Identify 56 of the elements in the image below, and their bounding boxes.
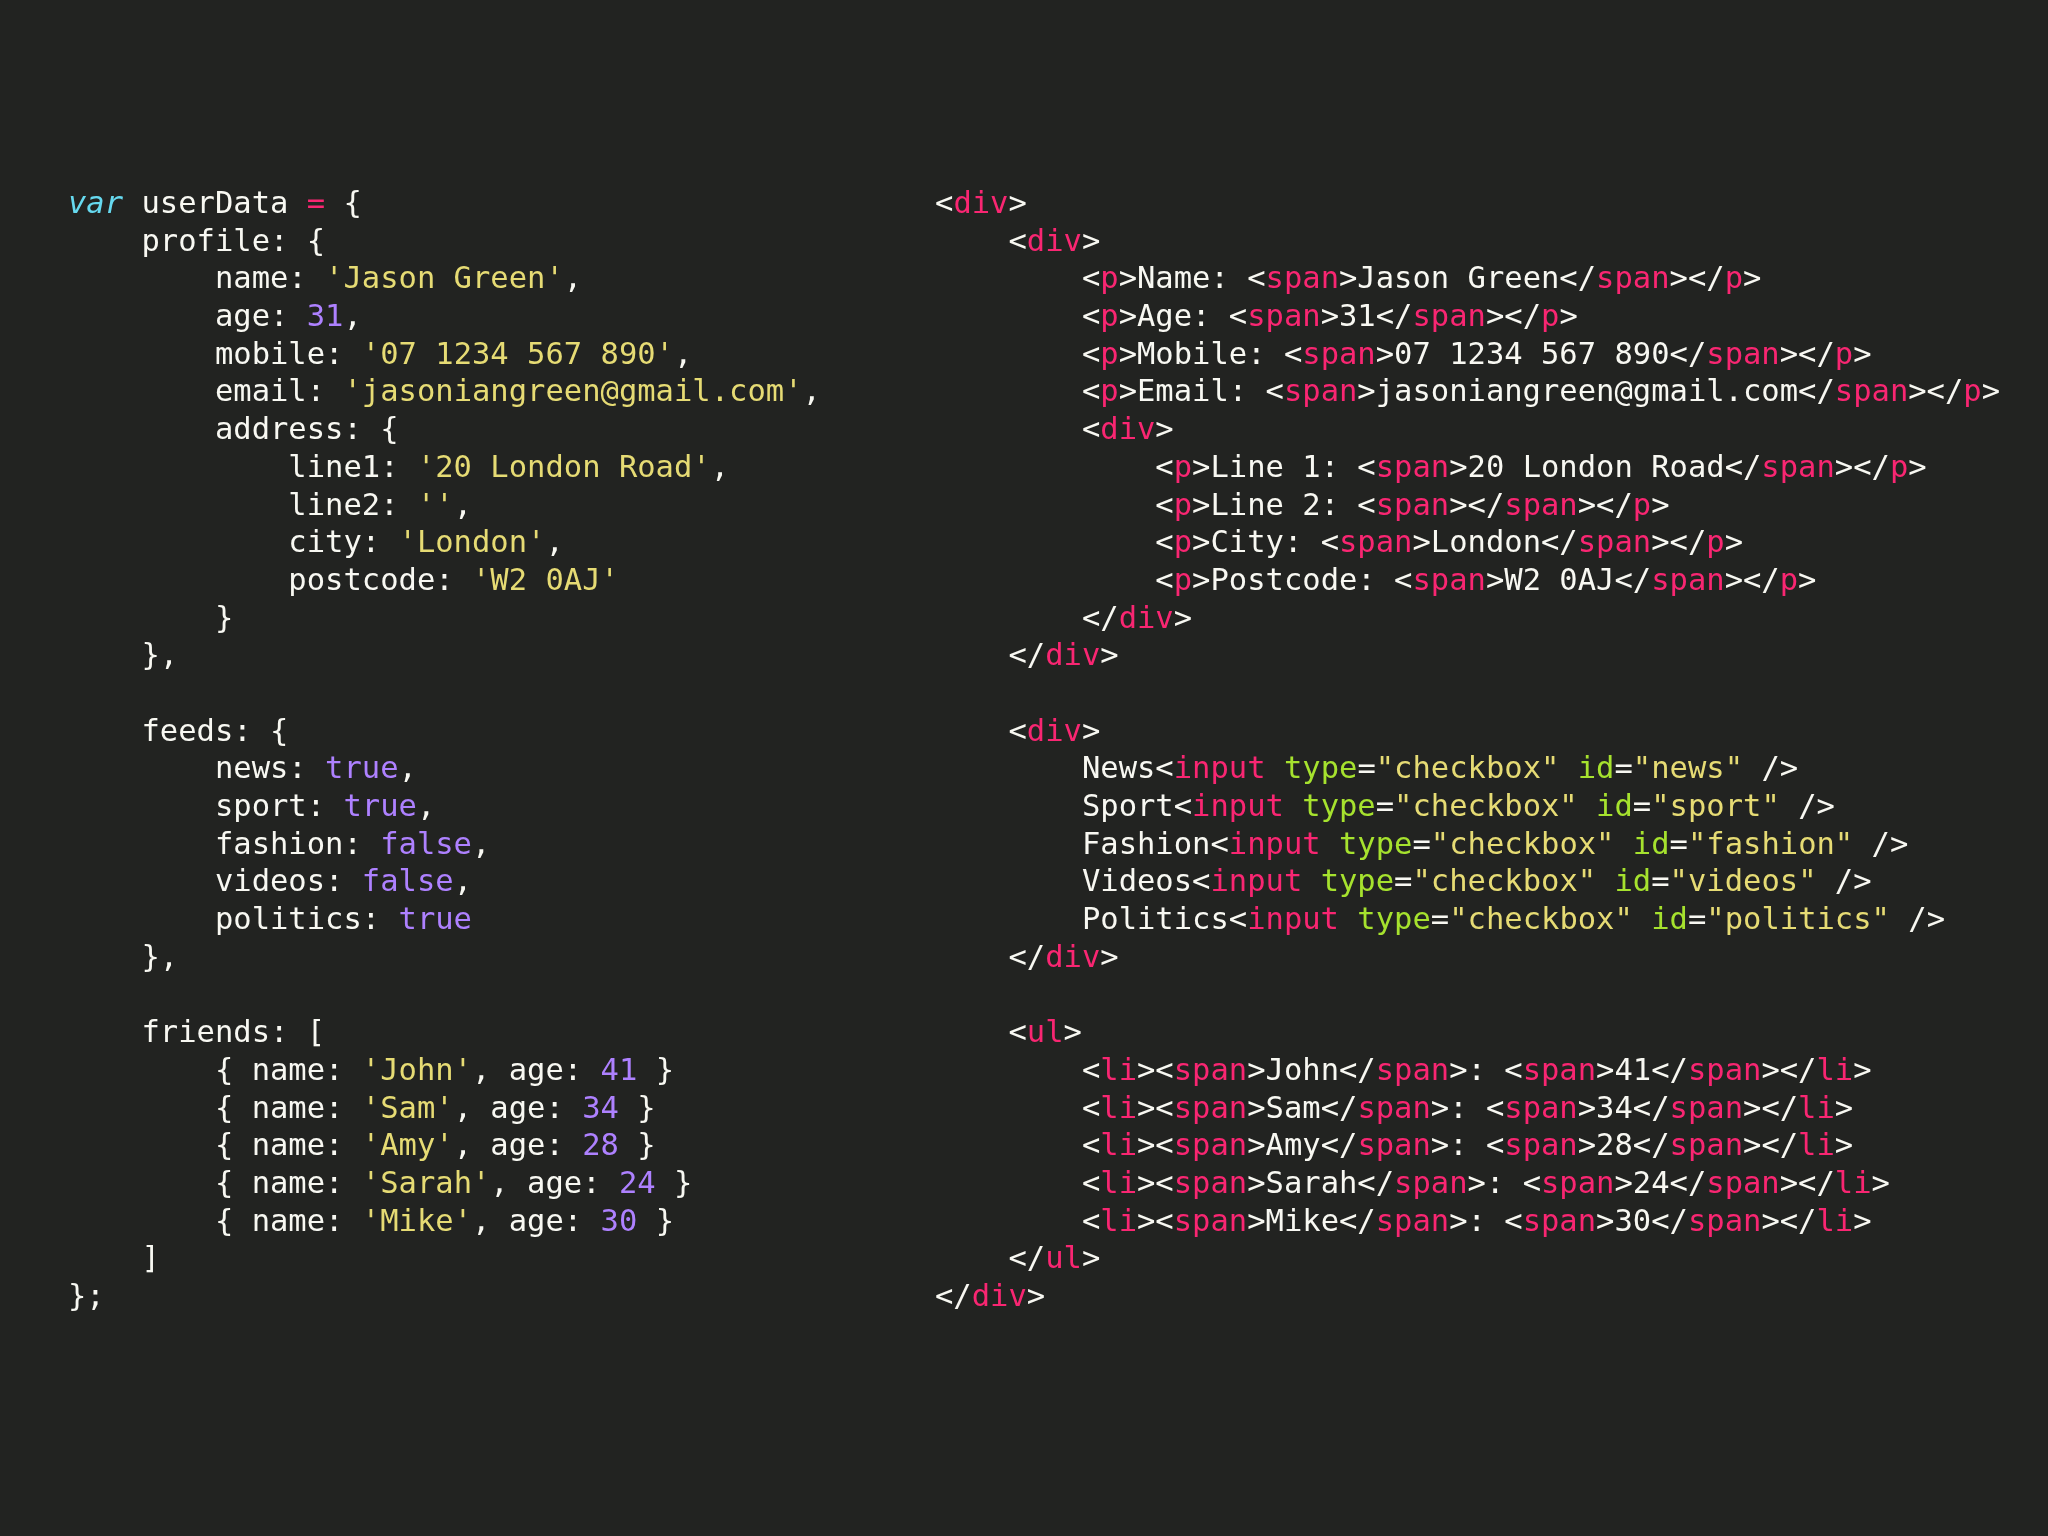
code-line: </ul>	[1007, 1239, 1101, 1277]
code-line: </div>	[1007, 937, 1119, 976]
code-line: Sport<input type="checkbox" id="sport" />	[1080, 787, 1835, 825]
code-line: <div>	[1007, 221, 1101, 260]
code-line: Fashion<input type="checkbox" id="fashion" />	[1080, 824, 1909, 863]
code-line: Videos<input type="checkbox" id="videos" />	[1080, 862, 1872, 901]
code-line: <p>Email: <span>jasoniangreen@gmail.com</span></p>	[1080, 372, 2001, 411]
code-line: { name: 'Mike', age: 30 }	[213, 1201, 674, 1240]
code-line: <p>City: <span>London</span></p>	[1154, 523, 1743, 561]
code-line: age: 31,	[213, 297, 362, 335]
code-line: line2: '',	[287, 485, 472, 524]
code-line: </div>	[1007, 636, 1119, 674]
code-line: <li><span>Mike</span>: <span>30</span></li>	[1080, 1201, 1872, 1240]
code-line: <li><span>Sam</span>: <span>34</span></li>	[1080, 1088, 1854, 1127]
code-line: News<input type="checkbox" id="news" />	[1080, 749, 1799, 787]
code-line: { name: 'Sarah', age: 24 }	[213, 1163, 693, 1202]
code-line: feeds: {	[140, 711, 289, 750]
code-line: city: 'London',	[287, 523, 564, 561]
code-line: profile: {	[140, 221, 326, 260]
code-line: <ul>	[1007, 1013, 1082, 1051]
code-line: sport: true,	[213, 787, 436, 825]
code-line: <div>	[935, 184, 1027, 222]
code-line: },	[140, 636, 179, 674]
code-line: { name: 'John', age: 41 }	[213, 1050, 674, 1089]
code-line: Politics<input type="checkbox" id="politics" />	[1080, 900, 1946, 938]
code-line: var userData = {	[68, 184, 362, 222]
code-line: email: 'jasoniangreen@gmail.com',	[213, 372, 821, 411]
code-line: address: {	[213, 410, 399, 448]
code-line: politics: true	[213, 900, 472, 938]
code-line: };	[68, 1276, 105, 1315]
code-line: </div>	[935, 1276, 1046, 1315]
code-line: <p>Name: <span>Jason Green</span></p>	[1080, 259, 1762, 298]
code-line: <div>	[1007, 711, 1101, 750]
code-line: friends: [	[140, 1013, 326, 1051]
code-line: <p>Line 2: <span></span></p>	[1154, 485, 1670, 524]
code-line: mobile: '07 1234 567 890',	[213, 334, 693, 373]
code-line: videos: false,	[213, 862, 472, 901]
code-line: }	[213, 598, 234, 637]
code-line: <li><span>Sarah</span>: <span>24</span></li>	[1080, 1163, 1890, 1202]
code-line: },	[140, 937, 179, 976]
code-line: { name: 'Amy', age: 28 }	[213, 1126, 656, 1164]
code-line: postcode: 'W2 0AJ'	[287, 560, 619, 599]
code-line: </div>	[1080, 598, 1193, 637]
code-line: line1: '20 London Road',	[287, 447, 730, 486]
code-line: name: 'Jason Green',	[213, 259, 583, 298]
code-line: <p>Mobile: <span>07 1234 567 890</span></p>	[1080, 334, 1872, 373]
code-line: <div>	[1080, 410, 1174, 448]
code-line: news: true,	[213, 749, 417, 787]
code-line: { name: 'Sam', age: 34 }	[213, 1088, 656, 1127]
code-line: <li><span>John</span>: <span>41</span></li>	[1080, 1050, 1872, 1089]
code-line: ]	[140, 1239, 160, 1277]
code-line: <p>Line 1: <span>20 London Road</span></p>	[1154, 447, 1927, 486]
code-line: <p>Age: <span>31</span></p>	[1080, 297, 1578, 335]
code-line: <p>Postcode: <span>W2 0AJ</span></p>	[1154, 560, 1817, 599]
code-line: <li><span>Amy</span>: <span>28</span></li>	[1080, 1126, 1854, 1164]
code-line: fashion: false,	[213, 824, 491, 863]
